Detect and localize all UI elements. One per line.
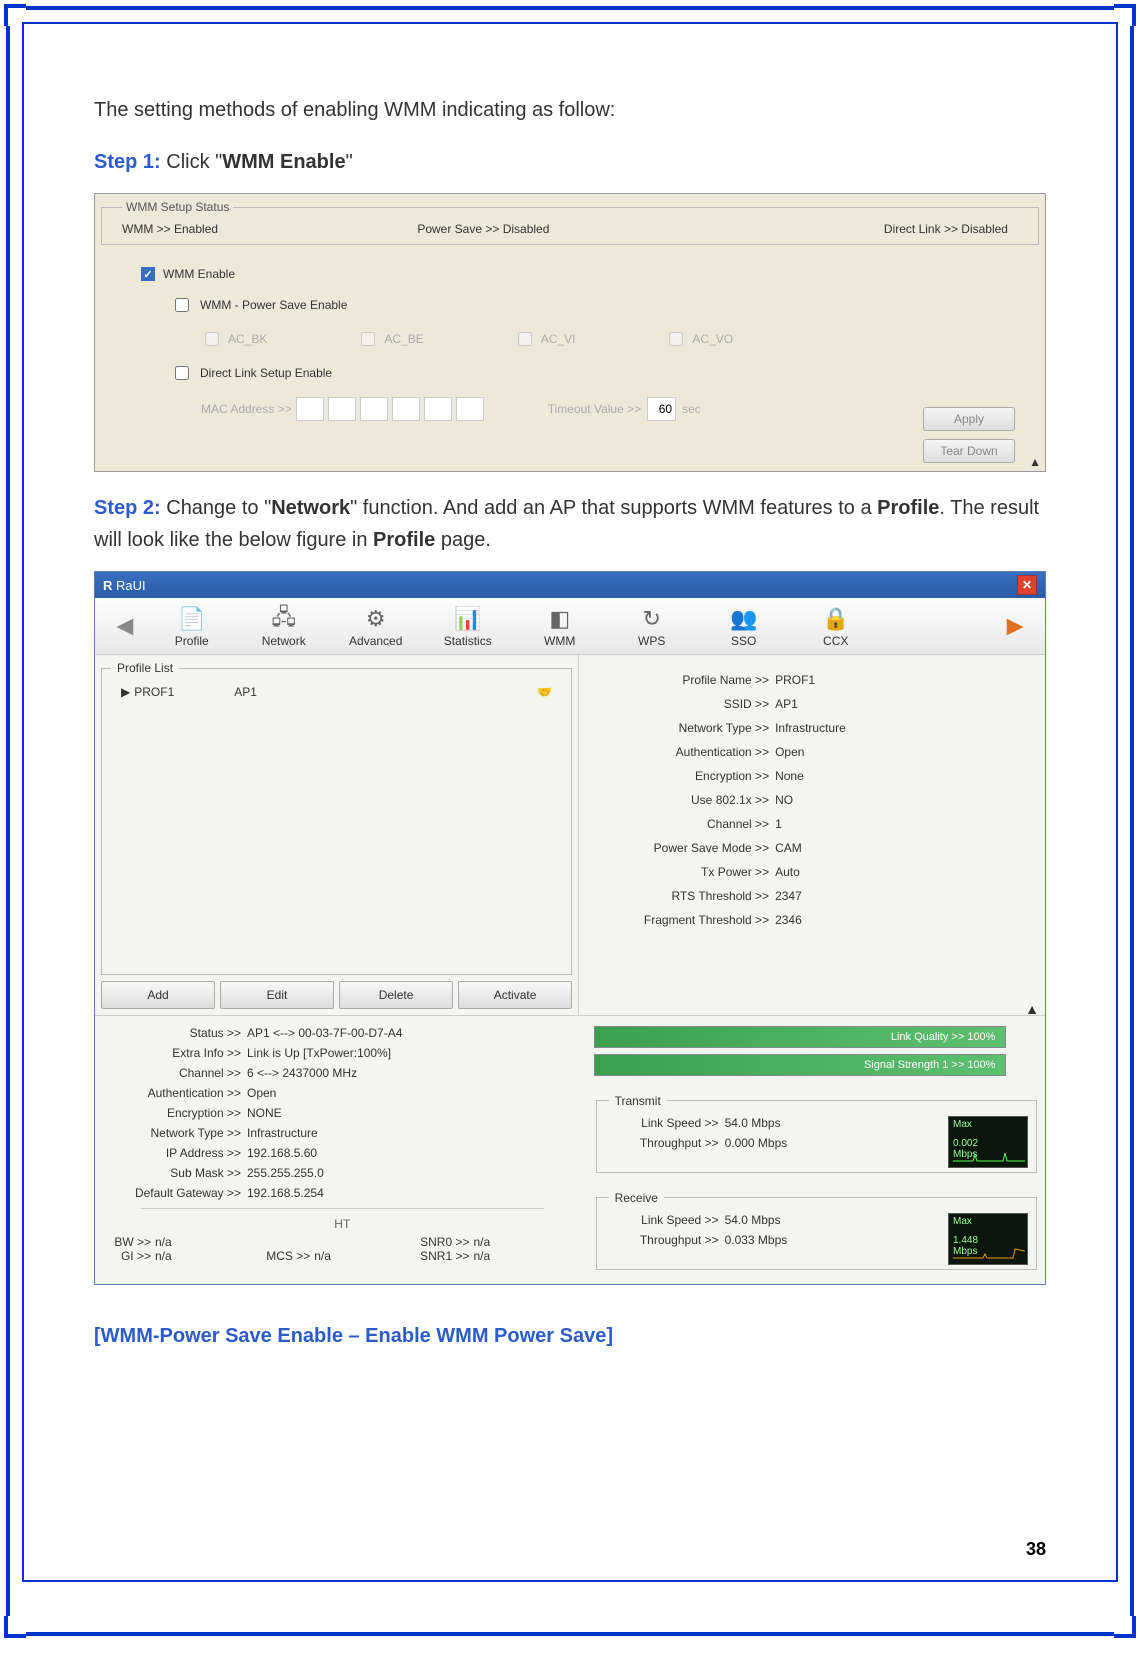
ac-bk-checkbox[interactable]: [205, 332, 219, 346]
mac-4[interactable]: [392, 397, 420, 421]
status-ps: Power Save >> Disabled: [417, 222, 712, 236]
tab-ccx[interactable]: 🔒CCX: [791, 604, 881, 648]
detail-row: Power Save Mode >>CAM: [589, 841, 1035, 855]
tab-advanced[interactable]: ⚙Advanced: [331, 604, 421, 648]
ht-cell: GI >>n/a: [101, 1249, 260, 1263]
handshake-icon: 🤝: [537, 685, 552, 699]
wmm-enable-checkbox[interactable]: ✓: [141, 267, 155, 281]
ps-enable-label: WMM - Power Save Enable: [200, 298, 347, 312]
toolbar: ◄ 📄Profile 🖧Network ⚙Advanced 📊Statistic…: [95, 598, 1045, 655]
activate-button[interactable]: Activate: [458, 981, 572, 1009]
page-number: 38: [1026, 1539, 1046, 1560]
profile-details: Profile Name >>PROF1 SSID >>AP1 Network Ty…: [579, 655, 1045, 1015]
mac-1[interactable]: [296, 397, 324, 421]
close-icon[interactable]: ✕: [1017, 575, 1037, 595]
add-button[interactable]: Add: [101, 981, 215, 1009]
step1-line: Step 1: Click "WMM Enable": [94, 146, 1046, 178]
status-dl: Direct Link >> Disabled: [713, 222, 1018, 236]
delete-button[interactable]: Delete: [339, 981, 453, 1009]
mac-5[interactable]: [424, 397, 452, 421]
mac-label: MAC Address >>: [201, 402, 292, 416]
detail-row: Network Type >>Infrastructure: [589, 721, 1035, 735]
dl-enable-checkbox[interactable]: [175, 366, 189, 380]
timeout-label: Timeout Value >>: [548, 402, 641, 416]
rx-row: Link Speed >>54.0 Mbps: [609, 1213, 948, 1227]
status-row: Encryption >>NONE: [101, 1106, 584, 1120]
section-title: [WMM-Power Save Enable – Enable WMM Powe…: [94, 1325, 1046, 1348]
tab-wmm[interactable]: ◧WMM: [515, 604, 605, 648]
detail-row: Encryption >>None: [589, 769, 1035, 783]
rx-graph: Max 1.448 Mbps: [948, 1213, 1028, 1265]
tab-wps[interactable]: ↻WPS: [607, 604, 697, 648]
step2-line: Step 2: Change to "Network" function. An…: [94, 492, 1046, 556]
detail-row: SSID >>AP1: [589, 697, 1035, 711]
detail-row: Channel >>1: [589, 817, 1035, 831]
ht-cell: MCS >>n/a: [260, 1249, 419, 1263]
detail-row: RTS Threshold >>2347: [589, 889, 1035, 903]
ac-vi-checkbox[interactable]: [518, 332, 532, 346]
status-row: Extra Info >>Link is Up [TxPower:100%]: [101, 1046, 584, 1060]
status-row: Channel >>6 <--> 2437000 MHz: [101, 1066, 584, 1080]
status-row: Status >>AP1 <--> 00-03-7F-00-D7-A4: [101, 1026, 584, 1040]
dl-enable-label: Direct Link Setup Enable: [200, 366, 332, 380]
ac-be-checkbox[interactable]: [361, 332, 375, 346]
ht-cell: [260, 1235, 419, 1249]
detail-row: Use 802.1x >>NO: [589, 793, 1035, 807]
edit-button[interactable]: Edit: [220, 981, 334, 1009]
signal-strength-bar: Signal Strength 1 >> 100%: [594, 1054, 1007, 1076]
back-icon[interactable]: ◄: [105, 610, 145, 642]
step2-label: Step 2:: [94, 497, 161, 519]
timeout-unit: sec: [682, 402, 701, 416]
intro-text: The setting methods of enabling WMM indi…: [94, 94, 1046, 126]
teardown-button[interactable]: Tear Down: [923, 439, 1015, 463]
forward-icon[interactable]: ►: [995, 610, 1035, 642]
wmm-enable-label: WMM Enable: [163, 267, 235, 281]
collapse-icon[interactable]: ▲: [1025, 1001, 1039, 1017]
tab-profile[interactable]: 📄Profile: [147, 604, 237, 648]
status-row: Authentication >>Open: [101, 1086, 584, 1100]
detail-row: Tx Power >>Auto: [589, 865, 1035, 879]
status-wmm: WMM >> Enabled: [122, 222, 417, 236]
wmm-group-title: WMM Setup Status: [122, 200, 233, 214]
step1-label: Step 1:: [94, 151, 161, 173]
link-status: Status >>AP1 <--> 00-03-7F-00-D7-A4 Extra…: [101, 1026, 584, 1270]
apply-button[interactable]: Apply: [923, 407, 1015, 431]
tab-network[interactable]: 🖧Network: [239, 604, 329, 648]
status-row: Network Type >>Infrastructure: [101, 1126, 584, 1140]
timeout-input[interactable]: [647, 397, 676, 421]
mac-6[interactable]: [456, 397, 484, 421]
mac-2[interactable]: [328, 397, 356, 421]
detail-row: Profile Name >>PROF1: [589, 673, 1035, 687]
receive-title: Receive: [609, 1191, 664, 1205]
ht-cell: SNR0 >>n/a: [419, 1235, 578, 1249]
collapse-icon[interactable]: ▲: [1029, 455, 1041, 469]
tx-graph: Max 0.002 Mbps: [948, 1116, 1028, 1168]
mac-3[interactable]: [360, 397, 388, 421]
ps-enable-checkbox[interactable]: [175, 298, 189, 312]
tab-statistics[interactable]: 📊Statistics: [423, 604, 513, 648]
transmit-title: Transmit: [609, 1094, 667, 1108]
profile-row[interactable]: ▶PROF1 AP1 🤝: [111, 679, 562, 705]
ht-cell: SNR1 >>n/a: [419, 1249, 578, 1263]
status-row: IP Address >>192.168.5.60: [101, 1146, 584, 1160]
tx-row: Link Speed >>54.0 Mbps: [609, 1116, 948, 1130]
status-row: Sub Mask >>255.255.255.0: [101, 1166, 584, 1180]
tab-sso[interactable]: 👥SSO: [699, 604, 789, 648]
detail-row: Fragment Threshold >>2346: [589, 913, 1035, 927]
ac-vo-checkbox[interactable]: [669, 332, 683, 346]
window-title: RaUI: [116, 578, 146, 593]
link-quality-bar: Link Quality >> 100%: [594, 1026, 1007, 1048]
wmm-setup-screenshot: WMM Setup Status WMM >> Enabled Power Sa…: [94, 193, 1046, 472]
status-row: Default Gateway >>192.168.5.254: [101, 1186, 584, 1200]
tx-row: Throughput >>0.000 Mbps: [609, 1136, 948, 1150]
profile-list-title: Profile List: [111, 661, 179, 675]
rx-row: Throughput >>0.033 Mbps: [609, 1233, 948, 1247]
ht-cell: BW >>n/a: [101, 1235, 260, 1249]
ht-label: HT: [101, 1217, 584, 1231]
raui-screenshot: R RaUI ✕ ◄ 📄Profile 🖧Network ⚙Advanced 📊…: [94, 571, 1046, 1285]
detail-row: Authentication >>Open: [589, 745, 1035, 759]
